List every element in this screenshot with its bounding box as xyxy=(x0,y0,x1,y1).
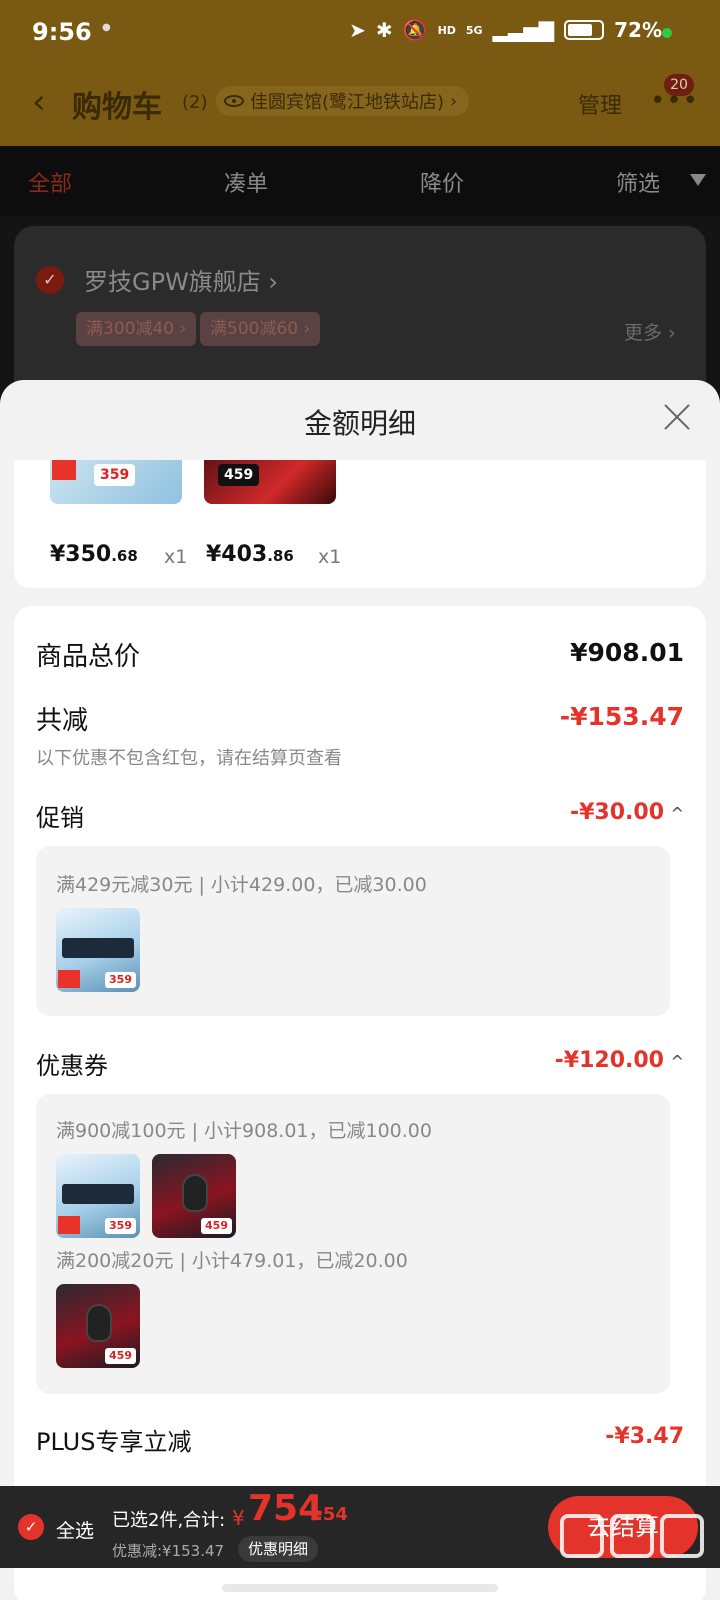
top-header: 9:56 ● ➤ ✱ 🔕 HD 5G ▂▃▅▇ 72% ‹ 购物车 (2) 佳圆… xyxy=(0,0,720,146)
mouse-image xyxy=(182,1174,208,1212)
total-decimal: .54 xyxy=(316,1504,348,1525)
thumb-price-tag: 359 xyxy=(105,972,136,988)
coupon-rule-line: 满200减20元 | 小计479.01，已减20.00 xyxy=(56,1250,408,1272)
promo-tag[interactable]: 满500减60 › xyxy=(200,312,321,346)
tab-filter[interactable]: 筛选 xyxy=(616,166,660,198)
watermark-box xyxy=(610,1514,654,1558)
promo-badge xyxy=(52,460,76,480)
sheet-title: 金额明细 xyxy=(303,407,416,440)
product-thumbnail[interactable]: 459 xyxy=(152,1154,236,1238)
discount-summary: 优惠减:¥153.47 xyxy=(112,1542,225,1560)
watermark-box xyxy=(560,1514,604,1558)
discount-detail-button[interactable]: 优惠明细 xyxy=(238,1536,319,1562)
eye-icon xyxy=(224,95,244,107)
battery-percent: 72% xyxy=(614,18,662,42)
item-quantity: x1 xyxy=(318,546,342,568)
product-thumbnail[interactable]: 359 xyxy=(50,460,182,504)
location-icon: ➤ xyxy=(349,18,366,42)
watermark-logo xyxy=(560,1514,710,1570)
network-label: 5G xyxy=(465,23,483,37)
product-thumbnail[interactable]: 359 xyxy=(56,1154,140,1238)
select-all-check-icon[interactable]: ✓ xyxy=(18,1514,44,1540)
page-title: 购物车 xyxy=(72,90,162,125)
back-button[interactable]: ‹ xyxy=(32,82,46,122)
mouse-image xyxy=(86,1304,112,1342)
tab-price-drop[interactable]: 降价 xyxy=(420,166,464,198)
store-check-icon[interactable]: ✓ xyxy=(36,266,64,294)
coupon-section-value: -¥120.00 xyxy=(554,1048,664,1073)
selected-summary: 已选2件,合计: xyxy=(112,1510,226,1531)
signal-icon: ▂▃▅▇ xyxy=(492,18,555,42)
product-thumbnail[interactable]: 359 xyxy=(56,908,140,992)
collapse-promo-icon[interactable]: ^ xyxy=(671,804,684,823)
home-indicator[interactable] xyxy=(222,1584,498,1592)
manage-button[interactable]: 管理 xyxy=(578,88,622,120)
watermark-text: zhizhizhi.com xyxy=(560,1574,675,1592)
promo-section-label: 促销 xyxy=(36,804,84,832)
promo-badge xyxy=(58,970,80,988)
promo-section-value: -¥30.00 xyxy=(569,800,664,825)
keyboard-image xyxy=(62,1184,134,1204)
store-card: ✓ 罗技GPW旗舰店 › 满300减40 › 满500减60 › 更多 › xyxy=(14,226,706,406)
product-thumbnail[interactable]: 459 xyxy=(56,1284,140,1368)
item-price: ¥403.86 xyxy=(206,542,294,567)
collapse-coupon-icon[interactable]: ^ xyxy=(671,1052,684,1071)
product-thumbnail[interactable]: 459 xyxy=(204,460,336,504)
cart-header: ‹ 购物车 (2) 佳圆宾馆(鹭江地铁站店) › 管理 ••• 20 xyxy=(0,74,720,132)
price-detail-card: 商品总价 ¥908.01 共减 -¥153.47 以下优惠不包含红包，请在结算页… xyxy=(14,606,706,1600)
select-all-label[interactable]: 全选 xyxy=(56,1516,94,1543)
total-value: ¥908.01 xyxy=(570,638,684,667)
address-selector[interactable]: 佳圆宾馆(鹭江地铁站店) › xyxy=(216,86,470,116)
item-quantity: x1 xyxy=(164,546,188,568)
coupon-section-label: 优惠券 xyxy=(36,1052,108,1080)
status-time: 9:56 xyxy=(32,18,92,46)
watermark-box xyxy=(660,1514,704,1558)
promo-badge xyxy=(58,1216,80,1234)
keyboard-image xyxy=(62,938,134,958)
reduce-value: -¥153.47 xyxy=(559,702,684,731)
total-currency: ¥ xyxy=(232,1506,245,1530)
funnel-icon xyxy=(690,174,706,186)
tab-all[interactable]: 全部 xyxy=(28,166,72,198)
status-bar: 9:56 ● ➤ ✱ 🔕 HD 5G ▂▃▅▇ 72% xyxy=(0,0,720,66)
store-more-link[interactable]: 更多 › xyxy=(624,318,676,345)
total-label: 商品总价 xyxy=(36,642,141,672)
thumb-price-tag: 359 xyxy=(94,464,136,486)
hd-icon: HD xyxy=(437,23,456,37)
amount-detail-sheet: 金额明细 359 459 ¥350.68 x1 ¥403.86 x1 商品总价 … xyxy=(0,380,720,1600)
reduce-label: 共减 xyxy=(36,706,89,736)
notification-dot-icon: ● xyxy=(102,22,111,33)
thumb-price-tag: 459 xyxy=(201,1218,232,1234)
privacy-indicator-icon xyxy=(662,28,672,38)
total-integer: 754 xyxy=(248,1488,324,1529)
message-badge: 20 xyxy=(664,74,694,96)
reduce-note: 以下优惠不包含红包，请在结算页查看 xyxy=(36,748,342,769)
filter-tabs: 全部 凑单 降价 筛选 xyxy=(0,146,720,216)
plus-value: -¥3.47 xyxy=(605,1424,684,1449)
bluetooth-icon: ✱ xyxy=(375,18,393,42)
store-name[interactable]: 罗技GPW旗舰店 › xyxy=(84,262,278,297)
item-price: ¥350.68 xyxy=(50,542,138,567)
tab-bundle[interactable]: 凑单 xyxy=(224,166,268,198)
close-icon[interactable] xyxy=(660,400,694,434)
chevron-right-icon: › xyxy=(450,90,458,112)
promo-tag[interactable]: 满300减40 › xyxy=(76,312,197,346)
mute-icon: 🔕 xyxy=(402,18,428,42)
promo-detail-box: 满429元减30元 | 小计429.00，已减30.00 359 xyxy=(36,846,670,1016)
battery-icon xyxy=(564,20,605,40)
status-icons: ➤ ✱ 🔕 HD 5G ▂▃▅▇ 72% xyxy=(349,18,662,42)
thumb-price-tag: 359 xyxy=(105,1218,136,1234)
thumb-price-tag: 459 xyxy=(105,1348,136,1364)
coupon-detail-box: 满900减100元 | 小计908.01，已减100.00 359 459 满2… xyxy=(36,1094,670,1394)
cart-count: (2) xyxy=(182,92,208,113)
promo-rule-line: 满429元减30元 | 小计429.00，已减30.00 xyxy=(56,874,427,896)
items-summary: 359 459 ¥350.68 x1 ¥403.86 x1 xyxy=(14,460,706,588)
address-text: 佳圆宾馆(鹭江地铁站店) xyxy=(250,92,445,113)
coupon-rule-line: 满900减100元 | 小计908.01，已减100.00 xyxy=(56,1120,432,1142)
plus-label: PLUS专享立减 xyxy=(36,1428,192,1456)
thumb-price-tag: 459 xyxy=(218,464,260,486)
